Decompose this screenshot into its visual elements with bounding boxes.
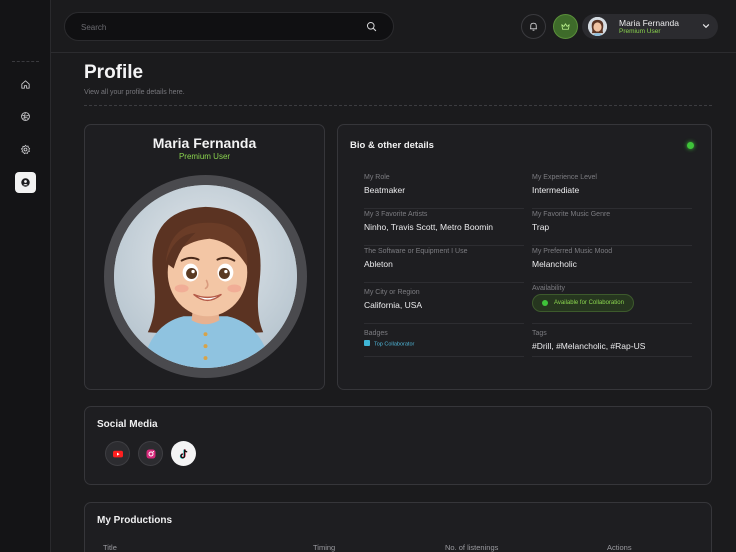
field-label: My Role xyxy=(364,174,390,181)
field-label: Availability xyxy=(532,285,565,292)
user-name: Maria Fernanda xyxy=(619,18,680,28)
field-availability: Availability Available for Collaboration xyxy=(532,285,692,324)
field-value: Intermediate xyxy=(532,185,580,195)
field-label: My Favorite Music Genre xyxy=(532,211,611,218)
youtube-link[interactable] xyxy=(105,441,130,466)
crown-icon xyxy=(561,23,570,30)
field-software: The Software or Equipment I Use Ableton xyxy=(364,248,524,283)
field-badges: Badges Top Collaborator xyxy=(364,330,524,357)
profile-tier: Premium User xyxy=(178,152,231,161)
gear-icon xyxy=(20,144,31,155)
user-menu[interactable]: Maria Fernanda Premium User xyxy=(582,14,718,39)
field-value: Ableton xyxy=(364,259,393,269)
profile-name: Maria Fernanda xyxy=(152,135,257,151)
social-title: Social Media xyxy=(97,419,158,430)
column-header-actions: Actions xyxy=(607,543,632,552)
social-media-card: Social Media xyxy=(84,406,712,485)
sidebar-divider xyxy=(12,61,39,62)
productions-title: My Productions xyxy=(97,515,173,526)
field-value: Melancholic xyxy=(532,259,577,269)
tiktok-link[interactable] xyxy=(171,441,196,466)
sidebar-item-settings[interactable] xyxy=(15,139,36,160)
column-header-listenings[interactable]: No. of listenings xyxy=(445,543,498,552)
field-label: The Software or Equipment I Use xyxy=(364,248,468,255)
sidebar xyxy=(0,0,51,552)
field-label: Tags xyxy=(532,330,547,337)
profile-card: Maria Fernanda Premium User xyxy=(84,124,325,390)
field-label: My Experience Level xyxy=(532,174,597,181)
field-label: My City or Region xyxy=(364,289,420,296)
column-header-title[interactable]: Title xyxy=(103,543,117,552)
profile-avatar-frame xyxy=(104,175,307,378)
header-divider xyxy=(84,105,712,106)
bio-title: Bio & other details xyxy=(350,140,434,151)
sidebar-item-profile[interactable] xyxy=(15,172,36,193)
page-subtitle: View all your profile details here. xyxy=(84,89,185,96)
globe-icon xyxy=(21,112,30,121)
tiktok-icon xyxy=(179,448,187,459)
youtube-icon xyxy=(112,450,123,457)
topbar: Maria Fernanda Premium User xyxy=(51,0,736,53)
field-favorite-genre: My Favorite Music Genre Trap xyxy=(532,211,692,246)
availability-text: Available for Collaboration xyxy=(554,300,624,306)
field-role: My Role Beatmaker xyxy=(364,174,524,209)
field-value: Ninho, Travis Scott, Metro Boomin xyxy=(364,222,493,232)
field-label: My Preferred Music Mood xyxy=(532,248,613,255)
profile-avatar xyxy=(114,185,297,368)
field-city: My City or Region California, USA xyxy=(364,289,524,324)
field-label: My 3 Favorite Artists xyxy=(364,211,428,218)
field-value: #Drill, #Melancholic, #Rap-US xyxy=(532,341,646,351)
badge-icon xyxy=(364,340,370,346)
field-value: California, USA xyxy=(364,300,423,310)
chevron-down-icon[interactable] xyxy=(702,22,710,30)
field-experience: My Experience Level Intermediate xyxy=(532,174,692,209)
search-bar xyxy=(64,12,394,41)
bio-card: Bio & other details My Role Beatmaker My… xyxy=(337,124,712,390)
field-value: Trap xyxy=(532,222,550,232)
avatar xyxy=(588,17,607,36)
search-icon[interactable] xyxy=(366,21,377,32)
online-status-dot xyxy=(687,142,694,149)
search-input[interactable] xyxy=(81,20,341,34)
home-icon xyxy=(21,80,30,89)
field-label: Badges xyxy=(364,330,388,337)
field-mood: My Preferred Music Mood Melancholic xyxy=(532,248,692,283)
sidebar-item-explore[interactable] xyxy=(15,106,36,127)
badge-item: Top Collaborator xyxy=(364,340,415,351)
user-tier: Premium User xyxy=(619,28,661,35)
avatar-image xyxy=(588,17,607,36)
field-tags: Tags #Drill, #Melancholic, #Rap-US xyxy=(532,330,692,357)
status-dot xyxy=(542,300,548,306)
page-title: Profile xyxy=(84,62,144,83)
column-header-timing[interactable]: Timing xyxy=(313,543,335,552)
badge-text: Top Collaborator xyxy=(374,341,415,348)
instagram-link[interactable] xyxy=(138,441,163,466)
field-value: Beatmaker xyxy=(364,185,406,195)
user-circle-icon xyxy=(21,178,30,187)
premium-button[interactable] xyxy=(553,14,578,39)
bell-icon xyxy=(530,22,537,31)
productions-card: My Productions Title Timing No. of liste… xyxy=(84,502,712,552)
profile-avatar-image xyxy=(114,185,297,368)
sidebar-item-home[interactable] xyxy=(15,74,36,95)
notifications-button[interactable] xyxy=(521,14,546,39)
availability-badge: Available for Collaboration xyxy=(532,294,634,312)
instagram-icon xyxy=(146,449,155,458)
field-favorite-artists: My 3 Favorite Artists Ninho, Travis Scot… xyxy=(364,211,524,246)
